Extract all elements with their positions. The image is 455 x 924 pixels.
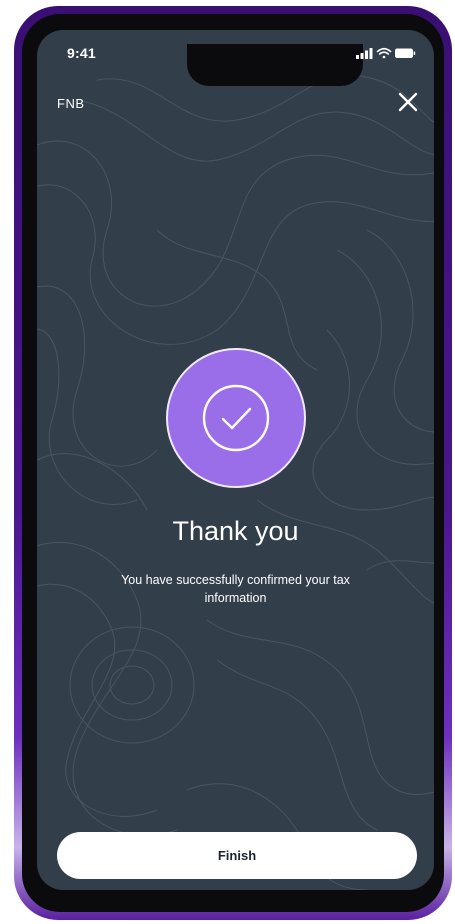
success-badge xyxy=(166,348,306,488)
status-time: 9:41 xyxy=(67,45,96,61)
confirmation-message: You have successfully confirmed your tax… xyxy=(121,573,350,605)
battery-icon xyxy=(395,48,416,58)
app-screen: 9:41 FNB Thank you You have successfully… xyxy=(37,30,434,890)
wifi-icon xyxy=(376,47,392,59)
finish-button[interactable]: Finish xyxy=(57,832,417,879)
close-button[interactable] xyxy=(394,88,422,116)
close-icon xyxy=(398,92,418,112)
confirmation-title: Thank you xyxy=(172,516,299,546)
status-icons xyxy=(356,46,416,60)
checkmark-icon xyxy=(202,384,270,452)
device-notch xyxy=(187,44,363,86)
brand-label: FNB xyxy=(57,96,85,111)
cellular-signal-icon xyxy=(356,48,373,59)
